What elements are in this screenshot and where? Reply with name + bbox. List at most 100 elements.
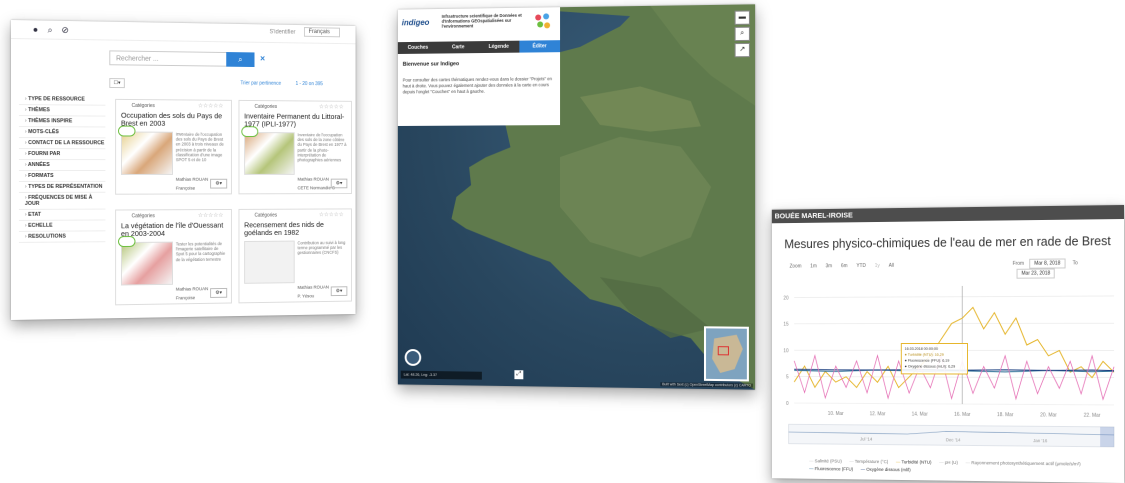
clear-icon[interactable]: × — [260, 53, 265, 63]
legend-item[interactable]: — Turbidité (NTU) — [896, 459, 932, 464]
card-thumbnail[interactable] — [120, 241, 173, 286]
legend-item[interactable]: — Salinité (PSU) — [809, 458, 842, 463]
card-category: Catégories — [131, 213, 155, 220]
language-select[interactable]: Français — [303, 27, 340, 38]
pagination[interactable]: 1 - 20 on 395 — [296, 81, 323, 87]
card-actions-dropdown[interactable]: ⚙▾ — [330, 178, 348, 189]
facet-item[interactable]: Echelle — [18, 220, 106, 232]
tab-couches[interactable]: Couches — [398, 42, 438, 54]
facet-item[interactable]: Contact de la ressource — [18, 138, 106, 150]
legend-item[interactable]: — Fluorescence (FFU) — [809, 466, 853, 471]
legend-label: Fluorescence (FFU) — [814, 466, 854, 472]
card-thumbnail[interactable] — [120, 131, 173, 175]
rating-stars[interactable]: ☆☆☆☆☆ — [319, 103, 344, 110]
legend-item[interactable]: — pH (U) — [939, 460, 958, 465]
chart-tooltip: 16.03.2018 00:00:00 ● Turbidité (NTU): 1… — [900, 343, 969, 375]
tab-legende[interactable]: Légende — [478, 41, 519, 53]
rating-stars[interactable]: ☆☆☆☆☆ — [198, 103, 224, 109]
zoom-label: Zoom — [789, 263, 802, 270]
share-icon[interactable]: ↗ — [734, 42, 750, 58]
card-thumbnail[interactable] — [244, 132, 295, 175]
card-actions-dropdown[interactable]: ⚙▾ — [330, 286, 348, 297]
card-actions-dropdown[interactable]: ⚙▾ — [210, 178, 228, 189]
navigator-selection — [1100, 426, 1115, 447]
record-card[interactable]: Catégories ☆☆☆☆☆ Recensement des nids de g… — [238, 208, 352, 304]
navigator-tick-label: Jul '14 — [860, 436, 873, 441]
legend-label: Turbidité (NTU) — [901, 459, 932, 465]
chart-title: Mesures physico-chimiques de l'eau de me… — [784, 234, 1111, 252]
card-description: Inventaire de l'occupation des sols de l… — [297, 132, 347, 163]
facet-item[interactable]: Thèmes — [18, 105, 106, 117]
zoom-1y[interactable]: 1y — [875, 263, 880, 269]
facet-item[interactable]: Etat — [18, 209, 106, 221]
card-title[interactable]: Recensement des nids de goélands en 1982 — [244, 220, 347, 237]
welcome-title: Bienvenue sur Indigeo — [402, 61, 460, 68]
facet-item[interactable]: Fréquences de mise à jour — [18, 192, 106, 210]
zoom-ytd[interactable]: YTD — [856, 263, 865, 269]
tab-carte[interactable]: Carte — [438, 41, 478, 53]
y-tick-label: 5 — [786, 375, 789, 381]
card-title[interactable]: Occupation des sols du Pays de Brest en … — [121, 111, 227, 128]
search-icon[interactable]: ⌕ — [734, 26, 750, 42]
legend-item[interactable]: — Température (°C) — [849, 459, 888, 464]
zoom-6m[interactable]: 6m — [841, 263, 848, 269]
facet-item[interactable]: Thèmes INSPIRE — [18, 116, 106, 128]
x-tick-label: 10. Mar — [828, 411, 844, 417]
x-tick-label: 16. Mar — [954, 412, 971, 418]
facet-item[interactable]: Types de représentation — [18, 181, 106, 193]
from-label: From — [1012, 260, 1025, 267]
zoom-3m[interactable]: 3m — [826, 263, 833, 269]
legend-item[interactable]: — Rayonnement photosynthétiquement actif… — [966, 460, 1081, 466]
card-title[interactable]: La végétation de l'île d'Ouessant en 200… — [121, 221, 227, 238]
card-description: Tester les potentialités de l'imagerie s… — [175, 241, 226, 262]
welcome-panel: Bienvenue sur Indigeo Pour consulter des… — [397, 52, 561, 126]
globe-icon[interactable]: ⊘ — [61, 25, 68, 36]
legend-label: Température (°C) — [854, 458, 889, 465]
card-description: Contribution au suivi à long terme progr… — [297, 240, 346, 256]
rating-stars[interactable]: ☆☆☆☆☆ — [319, 211, 344, 218]
login-link[interactable]: S'identifier — [269, 29, 295, 35]
rating-stars[interactable]: ☆☆☆☆☆ — [198, 212, 224, 219]
record-card[interactable]: Catégories ☆☆☆☆☆ La végétation de l'île d'… — [115, 208, 232, 306]
facet-item[interactable]: Mots-clés — [18, 127, 106, 139]
sort-select[interactable]: Trier par pertinence — [240, 80, 281, 86]
gridline — [794, 377, 1114, 378]
card-author: Mathias ROUAN — [175, 176, 209, 182]
facet-item[interactable]: Resolutions — [18, 231, 106, 243]
card-category: Catégories — [254, 103, 278, 110]
select-all-checkbox[interactable]: ☐▾ — [109, 78, 125, 89]
tab-editer[interactable]: Éditer — [519, 40, 561, 53]
welcome-text: Pour consulter des cartes thématiques re… — [402, 76, 552, 94]
card-author-secondary: CETE Normandie C — [297, 185, 335, 191]
folder-icon[interactable]: ▬ — [734, 10, 750, 25]
card-thumbnail[interactable] — [244, 240, 295, 284]
legend-item[interactable]: — Oxygène dissous (ml/l) — [861, 467, 911, 473]
facet-item[interactable]: Fourni par — [18, 149, 106, 161]
card-actions-dropdown[interactable]: ⚙▾ — [210, 287, 228, 298]
zoom-range-selector: Zoom 1m 3m 6m YTD 1y All — [790, 263, 902, 270]
chart-legend: — Salinité (PSU) — Température (°C) — Turb… — [809, 457, 1114, 476]
card-category: Catégories — [254, 212, 278, 219]
compass-icon[interactable] — [404, 348, 422, 366]
overview-minimap[interactable] — [703, 326, 749, 382]
record-card[interactable]: Catégories ☆☆☆☆☆ Occupation des sols du Pa… — [115, 98, 232, 195]
from-date-input[interactable]: Mar 8, 2018 — [1029, 258, 1066, 269]
x-tick-label: 14. Mar — [912, 411, 929, 417]
facet-item[interactable]: Type de ressource — [18, 94, 106, 106]
search-button[interactable]: ⌕ — [226, 52, 255, 68]
navigator-tick-label: Dec '14 — [946, 437, 961, 442]
partner-logo-icon — [535, 13, 551, 29]
facet-item[interactable]: Années — [18, 160, 106, 171]
info-icon[interactable]: ● — [33, 24, 38, 34]
zoom-1m[interactable]: 1m — [810, 263, 817, 269]
fullscreen-icon[interactable]: ⤢ — [514, 370, 524, 380]
facet-item[interactable]: Formats — [18, 170, 106, 182]
infrastructure-title: Infrastructure scientifique de Données e… — [441, 12, 522, 29]
zoom-all[interactable]: All — [889, 263, 894, 269]
y-tick-label: 15 — [783, 322, 788, 328]
search-icon[interactable]: ⌕ — [48, 25, 53, 36]
card-title[interactable]: Inventaire Permanent du Littoral-1977 (I… — [244, 112, 347, 129]
search-input[interactable]: Rechercher ... — [109, 50, 230, 67]
download-badge — [241, 126, 259, 137]
record-card[interactable]: Catégories ☆☆☆☆☆ Inventaire Permanent du L… — [238, 99, 352, 195]
